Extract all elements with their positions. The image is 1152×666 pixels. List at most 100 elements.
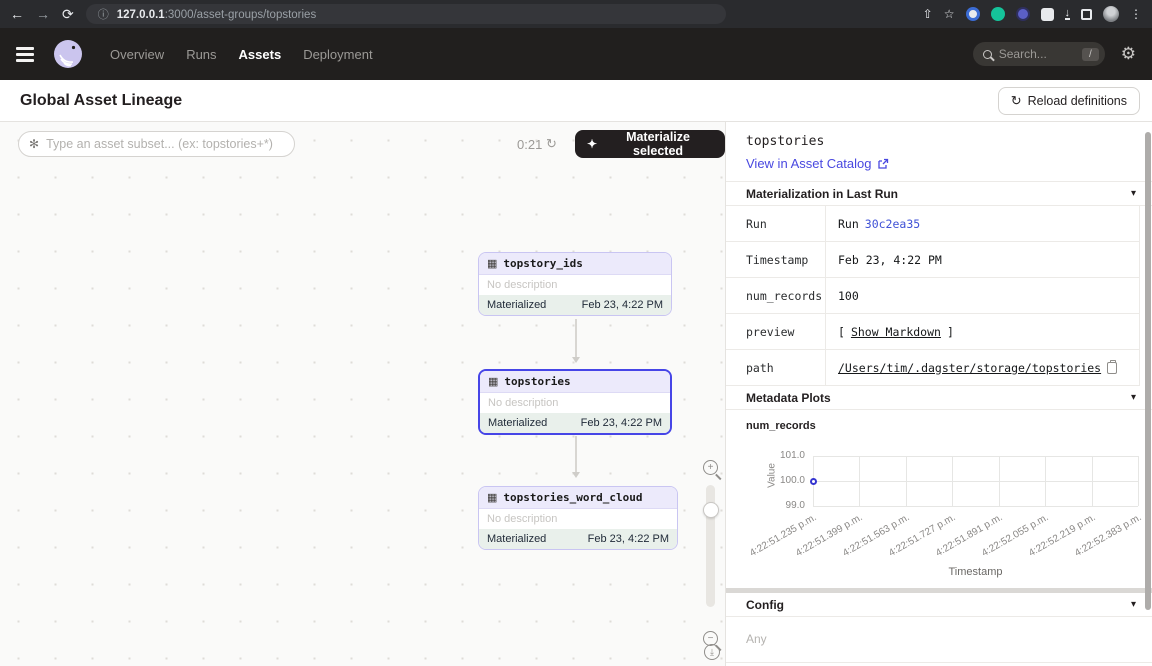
gridline [952,456,953,506]
asset-lineage-graph[interactable]: ✻ Type an asset subset... (ex: topstorie… [0,122,725,666]
show-markdown-link[interactable]: Show Markdown [851,325,941,339]
gridline [1138,456,1139,506]
nav-deployment[interactable]: Deployment [303,47,372,62]
edge-arrow [575,436,577,476]
num-records-chart: Value Timestamp 99.0100.0101.04:22:51.23… [746,434,1132,580]
data-point [810,478,817,485]
metadata-row-run: Run Run 30c2ea35 [726,206,1140,242]
gridline [906,456,907,506]
downloads-icon[interactable]: ↓ [1065,8,1071,20]
page-title: Global Asset Lineage [20,92,182,110]
metadata-row-path: path /Users/tim/.dagster/storage/topstor… [726,350,1140,386]
browser-menu-icon[interactable]: ⋮ [1130,7,1142,21]
plot-area: Value Timestamp 99.0100.0101.04:22:51.23… [813,456,1138,506]
nav-runs[interactable]: Runs [186,47,216,62]
asset-node-name: topstories [504,375,570,388]
asset-node-status: Materialized [488,417,547,429]
chevron-down-icon[interactable]: ▾ [1131,599,1136,610]
asset-node-description: No description [479,275,671,295]
asset-node-topstory-ids[interactable]: ▦ topstory_ids No description Materializ… [478,252,672,316]
asset-node-timestamp: Feb 23, 4:22 PM [582,299,663,311]
asset-node-timestamp: Feb 23, 4:22 PM [588,533,669,545]
extension-icon-2[interactable] [1016,7,1030,21]
refresh-icon[interactable]: ↻ [546,136,557,152]
search-placeholder: Search... [999,47,1075,61]
gridline [813,506,1138,507]
zoom-slider-handle[interactable] [703,502,719,518]
selected-asset-title: topstories [746,134,1132,149]
url-path: :3000/asset-groups/topstories [165,9,317,21]
profile-avatar[interactable] [1103,6,1119,22]
browser-reload-icon[interactable]: ⟳ [62,7,74,21]
share-icon[interactable]: ⇧ [923,7,933,21]
metadata-row-preview: preview [Show Markdown] [726,314,1140,350]
chevron-down-icon[interactable]: ▾ [1131,392,1136,403]
copy-icon[interactable] [1107,362,1117,374]
refresh-timer: 0:21 [517,137,542,152]
site-info-icon[interactable]: ⓘ [98,6,109,22]
materialize-selected-button[interactable]: ✦ Materialize selected [575,130,725,158]
materialize-icon: ✦ [587,137,597,151]
address-bar[interactable]: ⓘ 127.0.0.1:3000/asset-groups/topstories [86,4,726,24]
table-grid-icon: ▦ [487,491,497,504]
asset-node-name: topstories_word_cloud [503,491,642,504]
extension-grammarly-icon[interactable] [991,7,1005,21]
metadata-row-num-records: num_records 100 [726,278,1140,314]
gridline [1092,456,1093,506]
chevron-down-icon[interactable]: ▾ [1131,188,1136,199]
metadata-row-timestamp: Timestamp Feb 23, 4:22 PM [726,242,1140,278]
gridline [859,456,860,506]
asset-node-topstories[interactable]: ▦ topstories No description Materialized… [478,369,672,435]
extension-icon-1[interactable] [966,7,980,21]
gridline [813,456,1138,457]
y-tick-label: 99.0 [759,500,805,511]
browser-back-icon[interactable]: ← [10,7,24,21]
external-link-icon [877,158,889,170]
search-input[interactable]: Search... / [973,42,1105,66]
gridline [999,456,1000,506]
edge-arrow [575,319,577,361]
gridline [1045,456,1046,506]
asset-node-status: Materialized [487,299,546,311]
reload-icon: ↻ [1011,93,1022,109]
section-config[interactable]: Config ▾ [726,593,1152,617]
reading-mode-icon[interactable] [1081,9,1092,20]
nav-assets[interactable]: Assets [239,47,282,62]
zoom-to-fit-icon[interactable]: ⤓ [704,644,720,660]
asset-node-description: No description [480,393,670,413]
view-in-asset-catalog-link[interactable]: View in Asset Catalog [746,156,889,171]
asset-node-status: Materialized [487,533,546,545]
asset-node-topstories-word-cloud[interactable]: ▦ topstories_word_cloud No description M… [478,486,678,550]
run-id-link[interactable]: 30c2ea35 [865,217,920,231]
config-value: Any [726,617,1152,663]
asset-node-name: topstory_ids [503,257,582,270]
browser-chrome: ← → ⟳ ⓘ 127.0.0.1:3000/asset-groups/tops… [0,0,1152,28]
asset-subset-input[interactable]: ✻ Type an asset subset... (ex: topstorie… [18,131,295,157]
y-tick-label: 100.0 [759,475,805,486]
section-metadata-plots[interactable]: Metadata Plots ▾ [726,386,1152,410]
nav-overview[interactable]: Overview [110,47,164,62]
graph-filter-icon: ✻ [29,137,39,151]
path-link[interactable]: /Users/tim/.dagster/storage/topstories [838,361,1101,375]
page-header: Global Asset Lineage ↻ Reload definition… [0,80,1152,122]
search-icon [983,50,992,59]
asset-node-timestamp: Feb 23, 4:22 PM [581,417,662,429]
app-navbar: Overview Runs Assets Deployment Search..… [0,28,1152,80]
gridline [813,481,1138,482]
hamburger-menu-icon[interactable] [16,47,34,62]
section-materialization-in-last-run[interactable]: Materialization in Last Run ▾ [726,182,1152,206]
url-host: 127.0.0.1 [117,9,165,21]
asset-subset-placeholder: Type an asset subset... (ex: topstories+… [46,137,273,151]
extensions-puzzle-icon[interactable] [1041,8,1054,21]
zoom-in-icon[interactable]: + [703,460,718,475]
reload-definitions-button[interactable]: ↻ Reload definitions [998,87,1140,115]
panel-scrollbar[interactable] [1145,132,1151,610]
plot-title: num_records [726,410,1152,432]
settings-gear-icon[interactable]: ⚙ [1121,44,1136,64]
asset-details-panel: topstories View in Asset Catalog Materia… [725,122,1152,666]
bookmark-star-icon[interactable]: ☆ [944,7,955,21]
search-shortcut-badge: / [1082,48,1099,61]
table-grid-icon: ▦ [487,257,497,270]
browser-forward-icon[interactable]: → [36,7,50,21]
dagster-logo[interactable] [52,38,84,70]
